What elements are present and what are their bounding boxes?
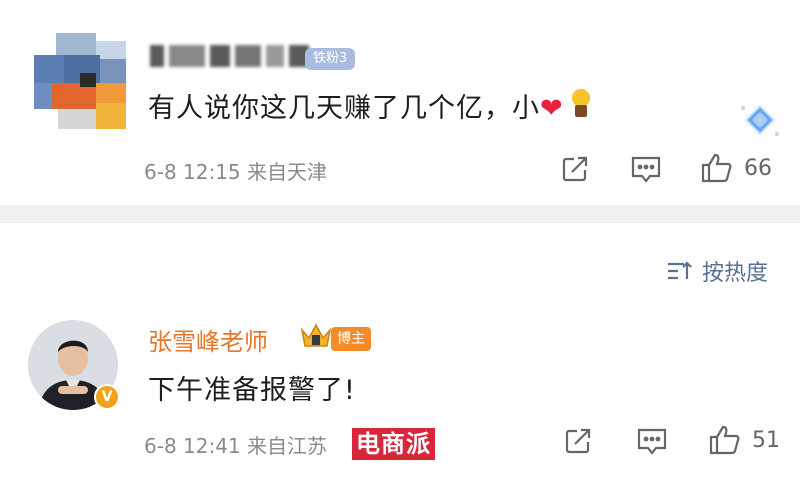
fan-level-badge: 铁粉3 (305, 48, 356, 70)
like-count: 51 (752, 427, 780, 453)
watermark-logo: 电商派 (352, 428, 435, 460)
blogger-badge: 博主 (331, 327, 371, 351)
share-icon (562, 156, 588, 182)
sort-by-hot-button[interactable]: 按热度 (666, 255, 768, 287)
lightbulb-emoji-icon (566, 89, 592, 121)
comment-meta: 6-8 12:15 来自天津 (144, 160, 328, 184)
heart-emoji-icon: ❤ (540, 93, 564, 124)
diamond-sticker-icon (741, 104, 779, 136)
comment-icon (631, 156, 661, 183)
comment-1: 铁粉3 有人说你这几天赚了几个亿，小❤ 6-8 12:15 来自天津 66 (0, 0, 800, 205)
comment-button[interactable] (636, 426, 668, 456)
comment-text-body: 有人说你这几天赚了几个亿，小 (148, 93, 540, 124)
comment-button[interactable] (630, 154, 662, 184)
sort-label: 按热度 (702, 261, 769, 286)
share-button[interactable] (560, 154, 590, 184)
comment-meta: 6-8 12:41 来自江苏 (144, 434, 328, 458)
comment-text: 有人说你这几天赚了几个亿，小❤ (148, 86, 592, 125)
thumbs-up-icon (709, 425, 740, 455)
comment-icon (637, 428, 667, 455)
avatar-pixelated[interactable] (34, 33, 126, 129)
username-blurred[interactable] (150, 40, 309, 72)
like-button[interactable]: 66 (700, 152, 772, 184)
sort-icon (668, 261, 692, 280)
thumbs-up-icon (701, 153, 732, 183)
like-count: 66 (744, 155, 772, 181)
username[interactable]: 张雪峰老师 (148, 322, 268, 357)
like-button[interactable]: 51 (708, 424, 780, 456)
comment-text: 下午准备报警了! (148, 375, 356, 406)
share-icon (565, 428, 591, 454)
share-button[interactable] (563, 426, 593, 456)
section-divider (0, 205, 800, 223)
crown-icon (300, 323, 332, 347)
verified-v-icon: V (94, 384, 120, 410)
